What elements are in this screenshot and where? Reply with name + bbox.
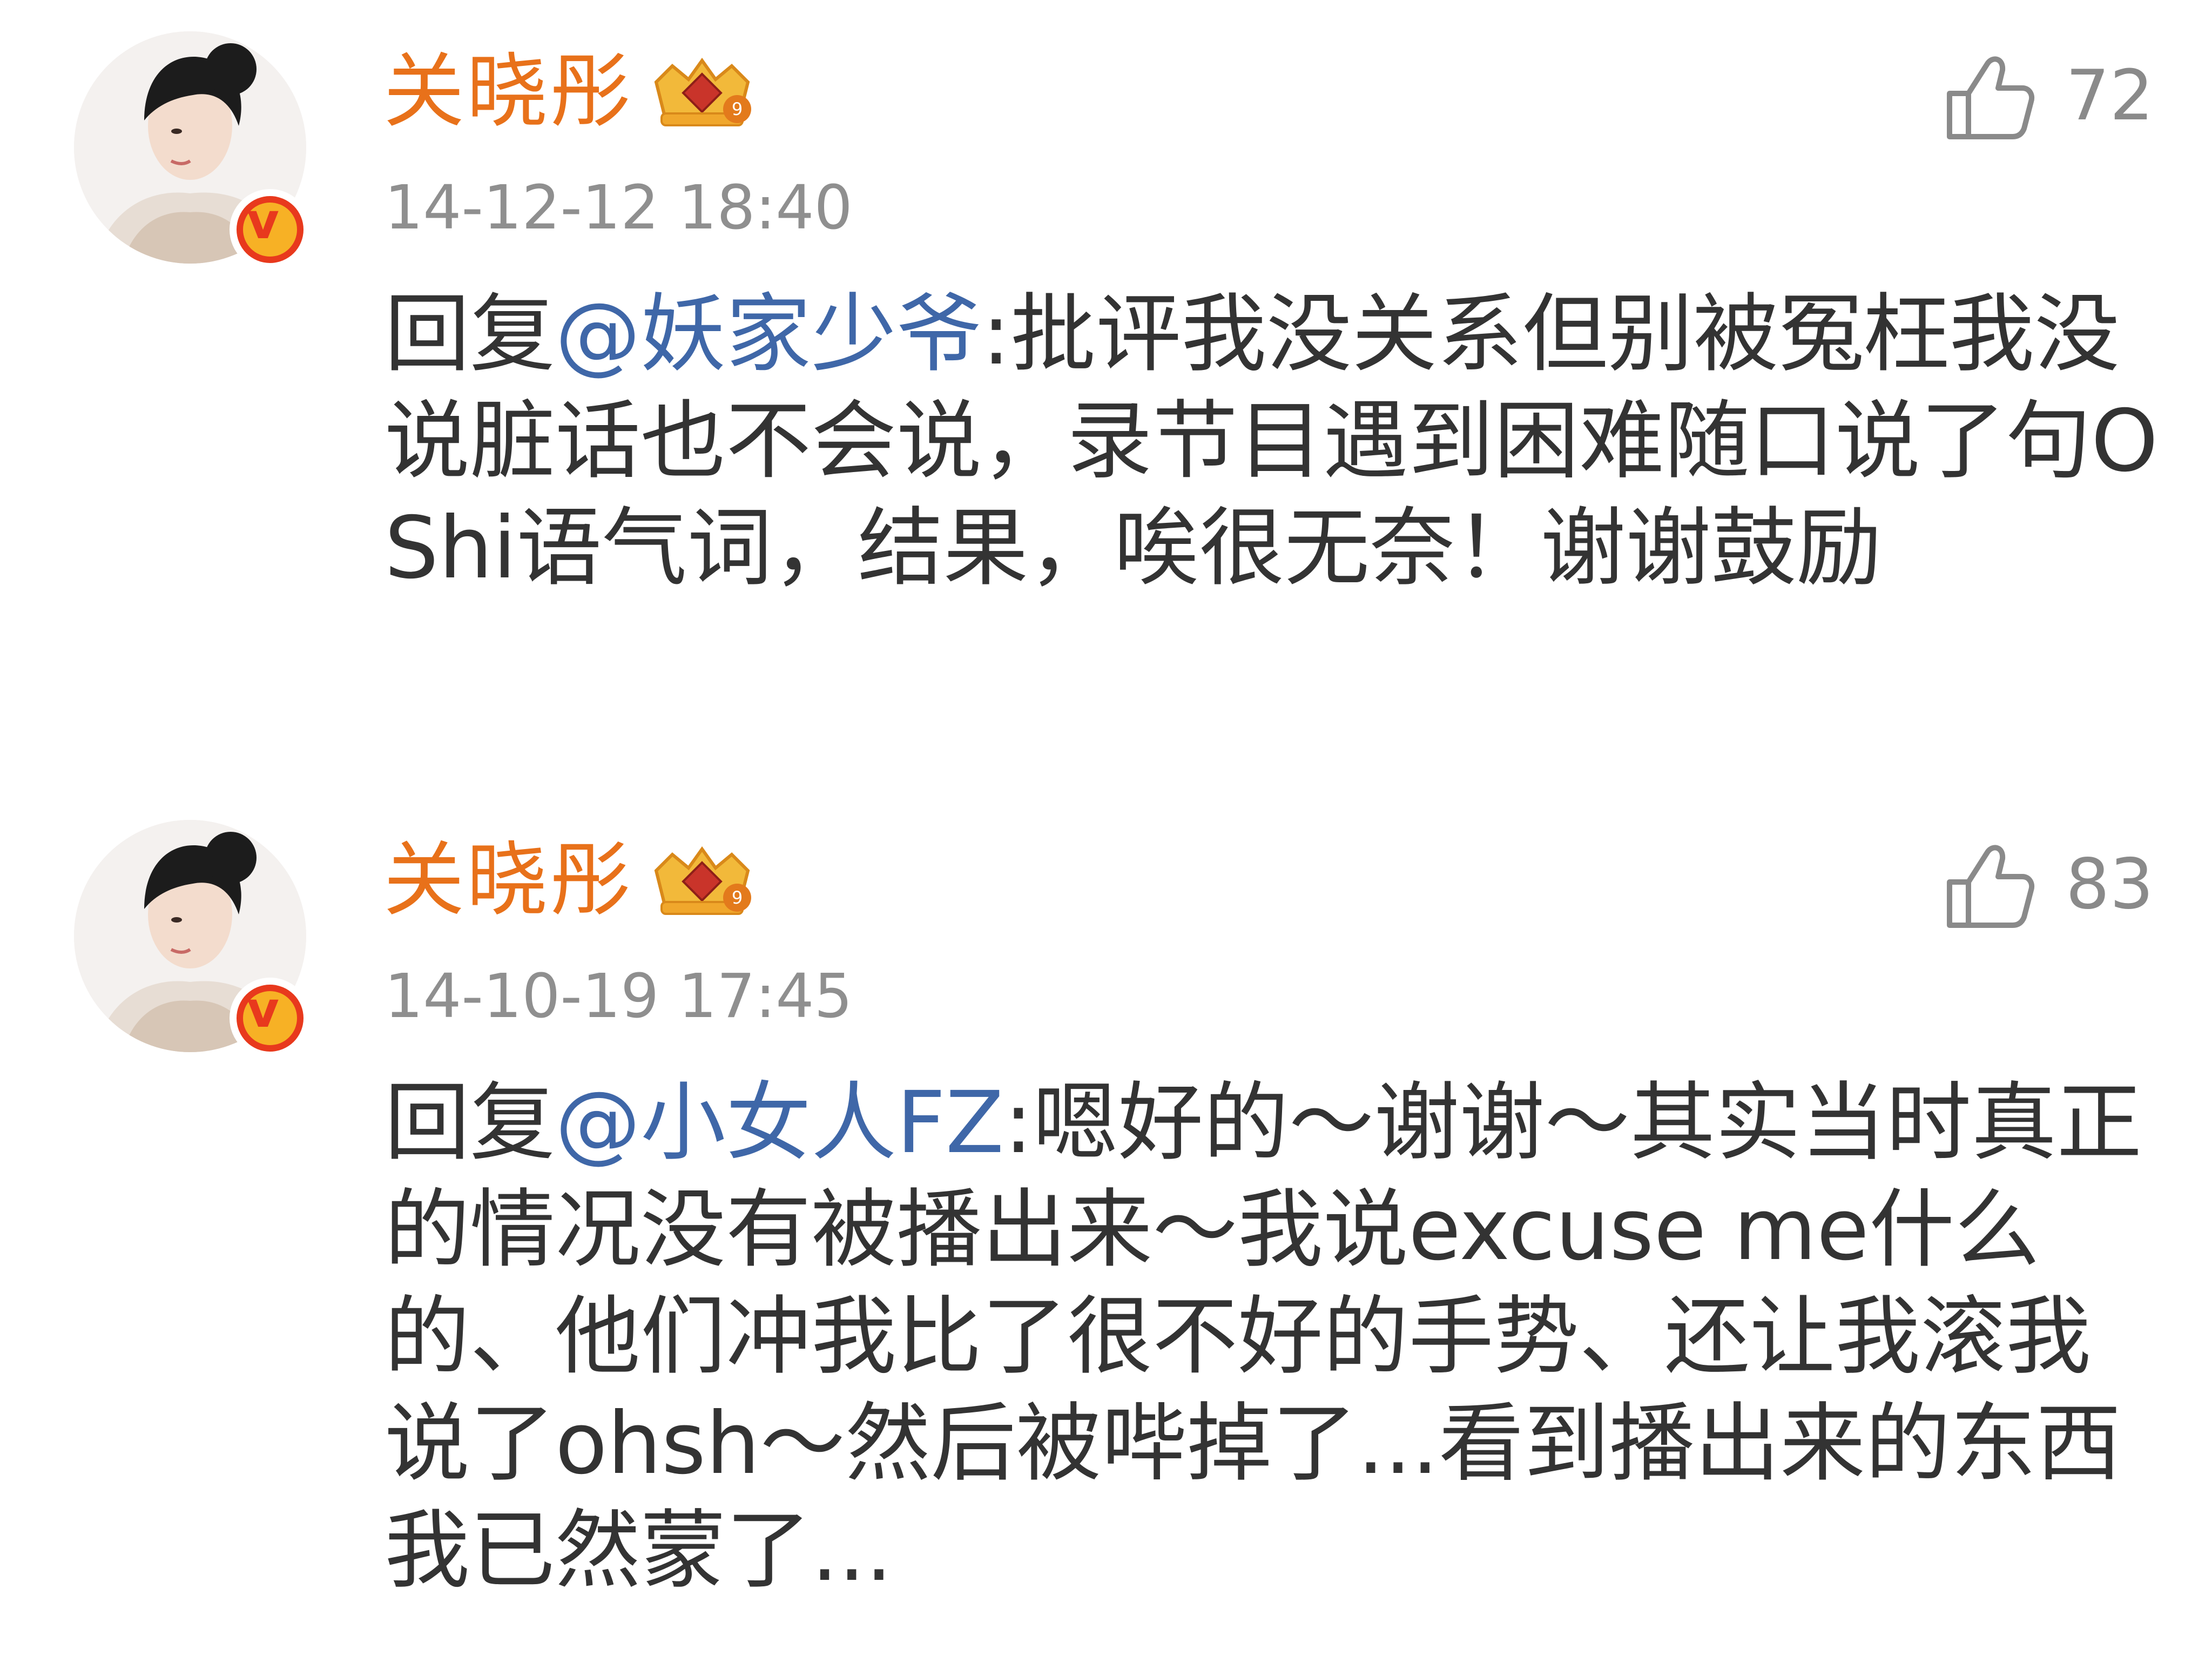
verified-v-icon: v <box>230 189 311 270</box>
like-count: 83 <box>2066 844 2154 925</box>
like-count: 72 <box>2066 56 2154 136</box>
comment-text: 回复@小女人FZ:嗯好的～谢谢～其实当时真正的情况没有被播出来～我说excuse… <box>385 1069 2167 1604</box>
comment-list: v 关晓彤 9 14-12-12 18:40 72 回复@妖家少爷:批评我没关系… <box>0 0 2212 1656</box>
mention-link[interactable]: @妖家少爷 <box>555 285 982 384</box>
reply-prefix: 回复 <box>385 285 555 384</box>
thumbs-up-icon[interactable] <box>1939 836 2036 933</box>
username[interactable]: 关晓彤 <box>383 832 633 929</box>
mention-link[interactable]: @小女人FZ <box>555 1073 1004 1173</box>
username[interactable]: 关晓彤 <box>383 43 633 140</box>
level-badge: 9 <box>732 887 743 908</box>
timestamp: 14-10-19 17:45 <box>385 961 853 1032</box>
timestamp: 14-12-12 18:40 <box>385 173 853 243</box>
vip-crown-icon[interactable]: 9 <box>645 50 759 131</box>
reply-prefix: 回复 <box>385 1073 555 1173</box>
comment-text: 回复@妖家少爷:批评我没关系但别被冤枉我没说脏话也不会说，录节目遇到困难随口说了… <box>385 281 2167 602</box>
verified-v-icon: v <box>230 978 311 1059</box>
thumbs-up-icon[interactable] <box>1939 48 2036 145</box>
level-badge: 9 <box>732 99 743 119</box>
vip-crown-icon[interactable]: 9 <box>645 838 759 919</box>
